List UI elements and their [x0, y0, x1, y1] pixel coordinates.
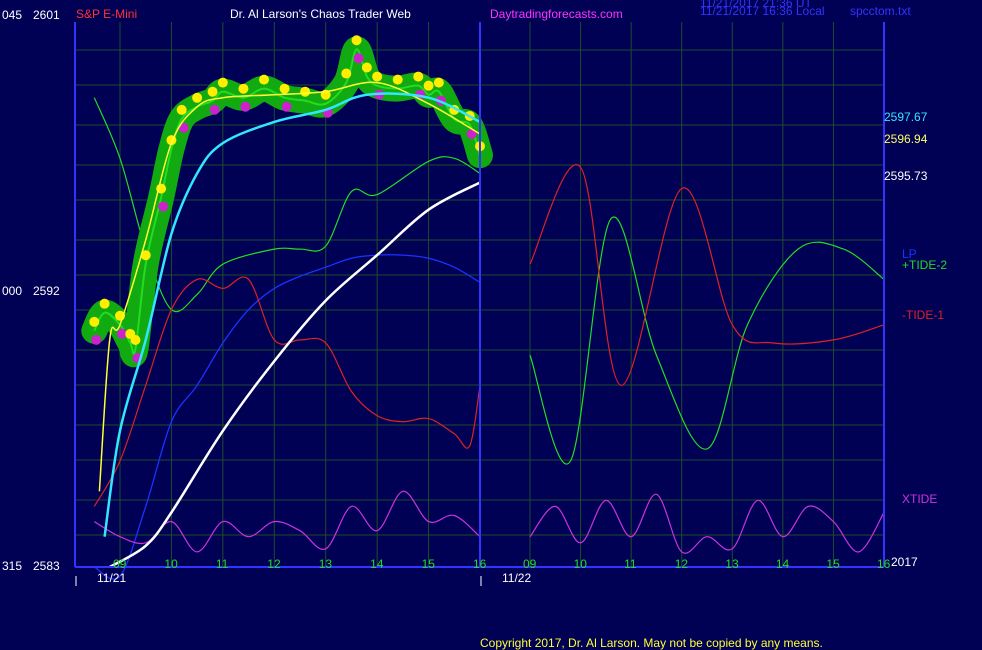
moving-average-yellow: [98, 81, 481, 492]
price-high-dot-15: [300, 86, 311, 97]
y-mid-left: 000: [2, 284, 22, 298]
x-tick-label-3: 12: [267, 557, 281, 571]
legend-xtide: XTIDE: [902, 492, 937, 506]
x-tick-label-4: 13: [319, 557, 333, 571]
timestamp-local: 11/21/2017 16:36 Local: [700, 4, 825, 18]
price-low-dot-10: [209, 104, 220, 115]
y-top-right: 2601: [33, 8, 60, 22]
price-low-dot-18: [353, 53, 364, 64]
price-high-dot-24: [433, 77, 444, 88]
y-bottom-left: 315: [2, 559, 22, 573]
x-tick-label-11: 12: [675, 557, 689, 571]
x-tick-label-6: 15: [422, 557, 436, 571]
chart-series: [81, 35, 885, 580]
price-high-dot-18: [351, 35, 362, 46]
x-tick-label-10: 11: [624, 557, 637, 571]
y-bottom-right: 2583: [33, 559, 60, 573]
price-high-dot-9: [192, 92, 203, 103]
price-high-dot-20: [372, 71, 383, 82]
x-date-label-1: 11/22: [502, 571, 531, 585]
chart-title: S&P E-Mini: [76, 7, 137, 21]
price-high-dot-4: [130, 335, 141, 345]
price-high-dot-23: [423, 80, 434, 91]
price-high-dot-14: [279, 83, 290, 94]
price-high-dot-12: [238, 83, 249, 94]
legend-tide1: -TIDE-1: [902, 308, 944, 322]
price-low-dot-6: [158, 201, 169, 212]
site-title: Dr. Al Larson's Chaos Trader Web: [230, 7, 411, 21]
series-xtide-forecast: [529, 493, 885, 554]
x-tick-label-0: 09: [113, 557, 127, 571]
price-low-dot-14: [281, 101, 292, 112]
year-label: 2017: [891, 555, 918, 569]
price-high-dot-8: [176, 104, 187, 115]
y-mid-right: 2592: [33, 284, 60, 298]
price-high-dot-11: [217, 77, 228, 88]
price-low-dot-12: [240, 101, 251, 112]
legend-tide2: +TIDE-2: [902, 258, 947, 272]
x-tick-label-7: 16: [473, 557, 487, 571]
x-tick-label-9: 10: [574, 557, 588, 571]
price-high-dot-21: [392, 74, 403, 85]
price-high-dot-0: [89, 316, 100, 327]
x-tick-label-1: 10: [164, 557, 178, 571]
price-high-dot-22: [413, 71, 424, 82]
data-file: spcctom.txt: [850, 4, 911, 18]
x-tick-label-12: 13: [725, 557, 739, 571]
x-tick-label-15: 16: [877, 557, 891, 571]
x-tick-label-8: 09: [523, 557, 537, 571]
x-tick-label-13: 14: [776, 557, 790, 571]
price-label-cyan: 2597.67: [884, 110, 928, 124]
price-label-yellow: 2596.94: [884, 132, 928, 146]
price-high-dot-1: [99, 298, 110, 309]
price-high-dot-10: [207, 86, 218, 97]
chart: 09 10 11 12 13 14 15 16 09 10 11 12 13 14 15 16 11/21 11/…: [2, 0, 947, 650]
price-high-dot-17: [341, 68, 352, 79]
x-tick-label-2: 11: [216, 557, 229, 571]
price-high-dot-19: [361, 62, 372, 73]
copyright-footer: Copyright 2017, Dr. Al Larson. May not b…: [480, 636, 823, 650]
price-label-white: 2595.73: [884, 169, 928, 183]
site-url: Daytradingforecasts.com: [490, 7, 623, 21]
x-date-label-0: 11/21: [97, 571, 126, 585]
price-high-dot-13: [259, 74, 269, 85]
x-tick-label-5: 14: [370, 557, 384, 571]
x-tick-label-14: 15: [826, 557, 840, 571]
price-low-dot-0: [91, 334, 102, 345]
y-top-left: 045: [2, 8, 22, 22]
